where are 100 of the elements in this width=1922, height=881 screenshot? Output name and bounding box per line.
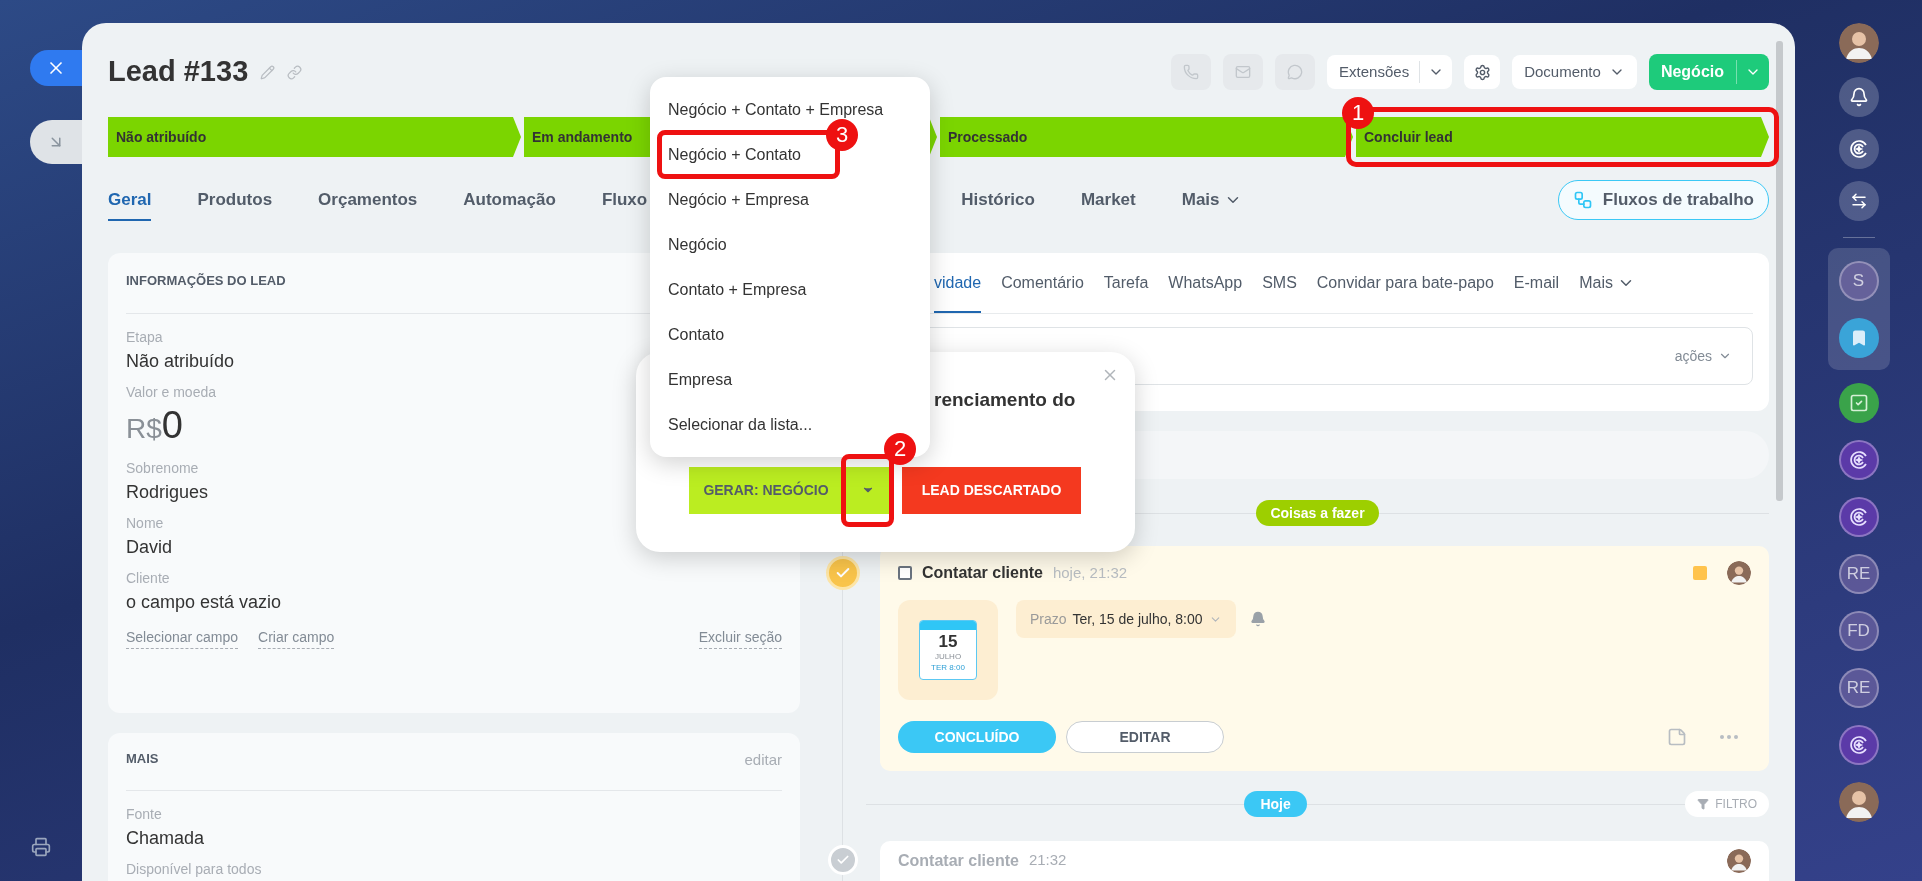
step-marker: 1 [1342,97,1374,129]
tasks-button[interactable] [1838,382,1879,423]
task-checkbox[interactable] [898,566,912,580]
task-title: Contatar cliente [922,563,1043,583]
task-title: Contatar cliente [898,851,1019,871]
chat-button[interactable]: RE [1838,553,1879,594]
tab[interactable]: Market [1080,179,1136,221]
document-button[interactable]: Documento [1512,55,1637,89]
arrows-icon [1849,192,1868,210]
card-link[interactable]: Selecionar campo [126,626,239,649]
menu-item[interactable]: Empresa [668,367,733,392]
avatar[interactable] [1838,22,1879,63]
tab[interactable]: Tarefa [1103,253,1149,313]
calendar-month: JULHO [934,652,962,662]
avatar[interactable] [1727,849,1751,873]
currency-symbol: R$ [126,412,162,446]
bell-icon [1848,87,1869,107]
field-value: o campo está vazio [126,590,282,614]
swirl-icon [1848,139,1869,159]
chat-button[interactable]: S [1838,260,1879,301]
stage-step[interactable]: Não atribuído [108,117,521,157]
workflows-button[interactable]: Fluxos de trabalho [1557,180,1769,220]
tab[interactable]: Fluxo [601,179,648,221]
close-button[interactable] [30,50,82,86]
field-label: Valor e moeda [126,382,216,401]
page-title: Lead #133 [108,54,249,90]
actions-dropdown[interactable]: ações [1674,345,1732,367]
chat-icon [1287,64,1304,80]
tab[interactable]: Geral [108,179,152,221]
avatar[interactable] [1838,781,1879,822]
checkbox-icon [1848,392,1869,413]
field-label: Sobrenome [126,458,199,477]
tab[interactable]: Mais [1181,179,1242,221]
bookmark-button[interactable] [1838,317,1879,358]
field-label: Disponível para todos [126,859,262,878]
chat-button[interactable]: RE [1838,667,1879,708]
calendar-time: TER 8:00 [931,662,965,673]
field-label: Cliente [126,568,170,587]
menu-item[interactable]: Negócio + Empresa [668,187,809,212]
notifications-button[interactable] [1838,77,1879,117]
generate-dropdown-button[interactable] [845,466,890,514]
tab[interactable]: Mais [1579,253,1635,313]
settings-button[interactable] [1464,55,1501,89]
field-value: Rodrigues [126,480,209,504]
flag-icon [1693,566,1707,580]
calendar-header [920,621,976,630]
tab[interactable]: Histórico [961,179,1035,221]
menu-item[interactable]: Negócio + Contato [668,142,801,167]
messages-button[interactable] [1838,181,1879,221]
menu-item[interactable]: Selecionar da lista... [668,412,813,437]
phone-icon [1183,64,1200,80]
delete-section-link[interactable]: Excluir seção [698,626,782,649]
popover-title: renciamento do [934,388,1076,412]
step-marker: 3 [826,119,858,151]
workflow-icon [1572,190,1593,210]
print-icon[interactable] [31,837,51,857]
task-time: 21:32 [1028,850,1067,870]
tab[interactable]: E-mail [1513,253,1560,313]
tab[interactable]: WhatsApp [1168,253,1243,313]
generate-button[interactable]: GERAR: NEGÓCIO [689,466,843,514]
chat-button[interactable] [1838,496,1879,537]
card-link[interactable]: Criar campo [258,626,335,649]
tab[interactable]: Comentário [1001,253,1084,313]
menu-item[interactable]: Contato [668,322,725,347]
menu-item[interactable]: Negócio [668,232,727,257]
field-label: Nome [126,513,164,532]
tab[interactable]: Convidar para bate-papo [1316,253,1494,313]
discard-button[interactable]: LEAD DESCARTADO [902,466,1081,514]
mail-icon [1235,64,1252,80]
tab[interactable]: Automação [463,179,556,221]
scrollbar[interactable] [1776,41,1783,501]
card-title: MAIS [126,750,159,768]
section-label: Coisas a fazer [1256,500,1379,526]
stage-step[interactable]: Processado [940,117,1353,157]
assistant-button[interactable] [1838,129,1879,169]
tab[interactable]: vidade [934,253,982,313]
swirl-icon [1848,449,1869,470]
swirl-icon [1848,506,1869,527]
field-value: David [126,535,173,559]
filter-icon [1697,798,1710,810]
chat-button[interactable] [1838,439,1879,480]
task-time: hoje, 21:32 [1052,562,1128,583]
field-label: Fonte [126,804,162,823]
field-value: 0 [161,402,183,447]
check-icon [836,853,850,867]
tab[interactable]: Orçamentos [318,179,418,221]
chat-button[interactable] [1838,724,1879,765]
extensions-button[interactable]: Extensões [1327,55,1453,89]
edit-button[interactable]: EDITAR [1066,721,1224,753]
menu-item[interactable]: Negócio + Contato + Empresa [668,97,884,122]
tab[interactable]: SMS [1262,253,1297,313]
swirl-icon [1848,734,1869,755]
minimize-button[interactable] [30,120,82,164]
deadline-dropdown[interactable]: Prazo Ter, 15 de julho, 8:00 [1016,600,1236,638]
calendar-day: 15 [938,632,958,652]
chat-button[interactable]: FD [1838,610,1879,651]
section-label: Hoje [1244,791,1307,817]
field-value: Não atribuído [126,349,235,373]
tab[interactable]: Produtos [197,179,273,221]
settings-icon [1473,63,1491,81]
